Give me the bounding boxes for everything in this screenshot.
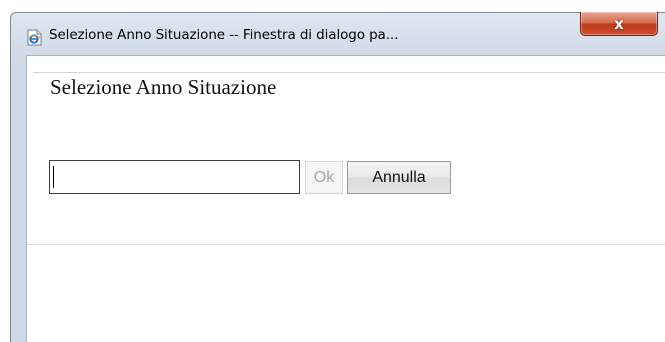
fieldset-border [33,72,665,73]
cancel-button[interactable]: Annulla [347,161,451,194]
dialog-window: Selezione Anno Situazione -- Finestra di… [10,12,665,342]
page-icon [27,29,42,46]
title-bar[interactable]: Selezione Anno Situazione -- Finestra di… [11,12,665,55]
window-title: Selezione Anno Situazione -- Finestra di… [49,27,399,43]
dialog-content: Selezione Anno Situazione Ok Annulla [26,55,665,342]
close-icon: x [614,14,624,33]
divider [27,244,665,245]
fieldset-legend: Selezione Anno Situazione [44,74,285,100]
year-input[interactable] [49,160,300,194]
ok-button[interactable]: Ok [305,161,343,194]
text-caret [53,166,54,188]
close-button[interactable]: x [580,12,658,36]
